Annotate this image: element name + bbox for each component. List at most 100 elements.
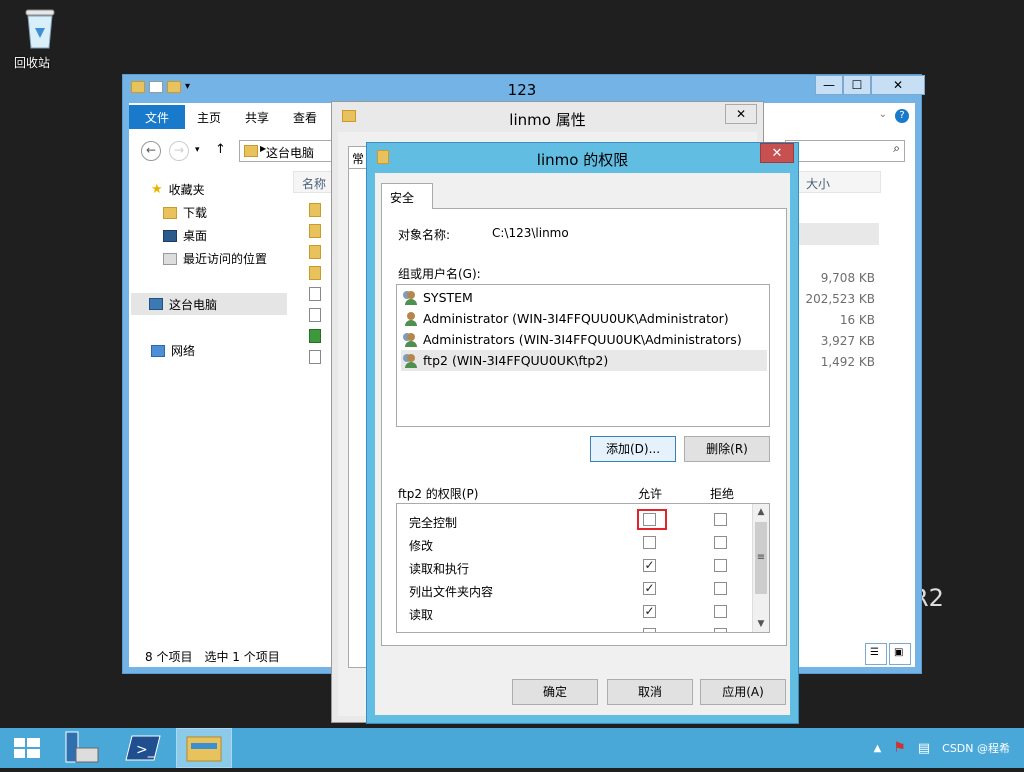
nav-network[interactable]: 网络 bbox=[151, 342, 195, 359]
document-icon bbox=[309, 308, 321, 322]
show-hidden-icons-icon[interactable]: ▲ bbox=[874, 743, 882, 754]
minimize-button[interactable]: — bbox=[815, 75, 843, 95]
security-panel: 对象名称: C:\123\linmo 组或用户名(G): SYSTEM Admi… bbox=[381, 208, 787, 646]
permissions-titlebar[interactable]: linmo 的权限 ✕ bbox=[367, 143, 798, 171]
up-arrow-icon[interactable]: ↑ bbox=[215, 142, 226, 157]
allow-checkbox[interactable]: ✓ bbox=[643, 582, 656, 595]
file-explorer-button[interactable] bbox=[176, 728, 232, 768]
powershell-button[interactable]: >_ bbox=[116, 728, 172, 768]
add-button[interactable]: 添加(D)... bbox=[590, 436, 676, 462]
permissions-scrollbar[interactable]: ▲ ≡ ▼ bbox=[752, 504, 769, 632]
app-icon bbox=[309, 329, 321, 343]
network-icon bbox=[151, 344, 165, 357]
tab-view[interactable]: 查看 bbox=[281, 105, 329, 129]
forward-button[interactable]: → bbox=[169, 141, 189, 161]
user-row-administrator[interactable]: Administrator (WIN-3I4FFQUU0UK\Administr… bbox=[401, 308, 767, 329]
allow-checkbox[interactable]: ✓ bbox=[643, 559, 656, 572]
windows-logo-icon bbox=[14, 738, 40, 758]
tab-security[interactable]: 安全 bbox=[381, 183, 433, 209]
maximize-icon: ☐ bbox=[851, 78, 863, 92]
back-button[interactable]: ← bbox=[141, 141, 161, 161]
close-button[interactable]: ✕ bbox=[871, 75, 925, 95]
nav-desktop[interactable]: 桌面 bbox=[163, 227, 207, 244]
address-path: 这台电脑 bbox=[266, 146, 315, 160]
nav-this-pc[interactable]: 这台电脑 bbox=[131, 293, 287, 315]
nav-recent-label: 最近访问的位置 bbox=[183, 252, 268, 266]
properties-titlebar[interactable]: linmo 属性 ✕ bbox=[332, 102, 763, 132]
downloads-icon bbox=[163, 206, 177, 219]
server-manager-button[interactable] bbox=[56, 728, 112, 768]
nav-recent[interactable]: 最近访问的位置 bbox=[163, 250, 267, 267]
desktop-icon bbox=[163, 229, 177, 242]
group-user-icon bbox=[403, 332, 419, 347]
user-row-ftp2[interactable]: ftp2 (WIN-3I4FFQUU0UK\ftp2) bbox=[401, 350, 767, 371]
watermark-text: CSDN @程希 bbox=[942, 742, 1010, 755]
perm-row-modify: 修改 bbox=[409, 533, 749, 555]
deny-header: 拒绝 bbox=[710, 487, 735, 501]
file-size: 202,523 KB bbox=[805, 292, 875, 306]
allow-checkbox[interactable] bbox=[643, 536, 656, 549]
scroll-thumb[interactable]: ≡ bbox=[755, 522, 767, 594]
selected-count: 选中 1 个项目 bbox=[204, 650, 280, 664]
deny-checkbox[interactable] bbox=[714, 582, 727, 595]
breadcrumb-chevron-icon[interactable]: ▶ bbox=[260, 144, 266, 153]
scroll-down-icon[interactable]: ▼ bbox=[753, 616, 769, 632]
nav-favorites[interactable]: ★ 收藏夹 bbox=[151, 181, 205, 198]
deny-checkbox[interactable] bbox=[714, 536, 727, 549]
properties-tab-general[interactable]: 常 bbox=[348, 146, 368, 168]
maximize-button[interactable]: ☐ bbox=[843, 75, 871, 95]
nav-this-pc-label: 这台电脑 bbox=[169, 297, 218, 312]
recycle-bin[interactable]: 回收站 bbox=[14, 8, 66, 70]
recycle-bin-label: 回收站 bbox=[14, 56, 51, 70]
perm-row-read: 读取 ✓ bbox=[409, 602, 749, 624]
ribbon-expand-icon[interactable]: ⌄ bbox=[879, 109, 887, 125]
allow-checkbox[interactable] bbox=[643, 628, 656, 632]
remove-button[interactable]: 删除(R) bbox=[684, 436, 770, 462]
allow-header: 允许 bbox=[638, 487, 663, 501]
scroll-up-icon[interactable]: ▲ bbox=[753, 504, 769, 520]
user-list[interactable]: SYSTEM Administrator (WIN-3I4FFQUU0UK\Ad… bbox=[396, 284, 770, 427]
ok-button[interactable]: 确定 bbox=[512, 679, 598, 705]
column-size[interactable]: 大小 bbox=[797, 171, 881, 193]
column-name[interactable]: 名称 bbox=[293, 171, 335, 193]
permissions-close-button[interactable]: ✕ bbox=[760, 143, 794, 163]
tab-share[interactable]: 共享 bbox=[233, 105, 281, 129]
properties-close-button[interactable]: ✕ bbox=[725, 104, 757, 124]
search-box[interactable]: ⌕ bbox=[785, 140, 905, 162]
deny-checkbox[interactable] bbox=[714, 605, 727, 618]
nav-desktop-label: 桌面 bbox=[183, 229, 208, 243]
back-arrow-icon: ← bbox=[145, 143, 157, 157]
file-size: 9,708 KB bbox=[820, 271, 875, 285]
search-icon: ⌕ bbox=[893, 141, 900, 155]
apply-button[interactable]: 应用(A) bbox=[700, 679, 786, 705]
tab-file[interactable]: 文件 bbox=[129, 105, 186, 129]
permissions-for-label: ftp2 的权限(P) bbox=[398, 487, 479, 501]
powershell-icon: >_ bbox=[125, 735, 161, 761]
allow-checkbox[interactable]: ✓ bbox=[643, 605, 656, 618]
perm-name: 读取 bbox=[409, 608, 434, 622]
deny-checkbox[interactable] bbox=[714, 628, 727, 632]
properties-panel bbox=[348, 168, 368, 668]
user-row-system[interactable]: SYSTEM bbox=[401, 287, 767, 308]
tab-home[interactable]: 主页 bbox=[185, 105, 233, 129]
user-name: Administrators (WIN-3I4FFQUU0UK\Administ… bbox=[423, 332, 742, 347]
recent-locations-icon[interactable]: ▾ bbox=[195, 145, 200, 155]
single-user-icon bbox=[403, 311, 419, 326]
cancel-button[interactable]: 取消 bbox=[607, 679, 693, 705]
user-row-administrators[interactable]: Administrators (WIN-3I4FFQUU0UK\Administ… bbox=[401, 329, 767, 350]
large-icons-view-icon: ▣ bbox=[894, 647, 904, 658]
help-icon[interactable]: ? bbox=[895, 109, 909, 123]
large-icons-view-button[interactable]: ▣ bbox=[889, 643, 911, 665]
details-view-button[interactable]: ☰ bbox=[865, 643, 887, 665]
deny-checkbox[interactable] bbox=[714, 559, 727, 572]
archive-icon bbox=[309, 266, 321, 280]
network-status-icon[interactable]: ▤ bbox=[918, 741, 930, 756]
action-center-icon[interactable]: ⚑ bbox=[893, 740, 906, 756]
deny-checkbox[interactable] bbox=[714, 513, 727, 526]
nav-downloads[interactable]: 下载 bbox=[163, 204, 207, 221]
address-bar[interactable]: ▶ 这台电脑 bbox=[239, 140, 334, 162]
recent-places-icon bbox=[163, 252, 177, 265]
details-view-icon: ☰ bbox=[870, 647, 879, 658]
start-button[interactable] bbox=[0, 728, 56, 768]
explorer-titlebar[interactable]: ▾ 123 — ☐ ✕ bbox=[123, 75, 925, 103]
